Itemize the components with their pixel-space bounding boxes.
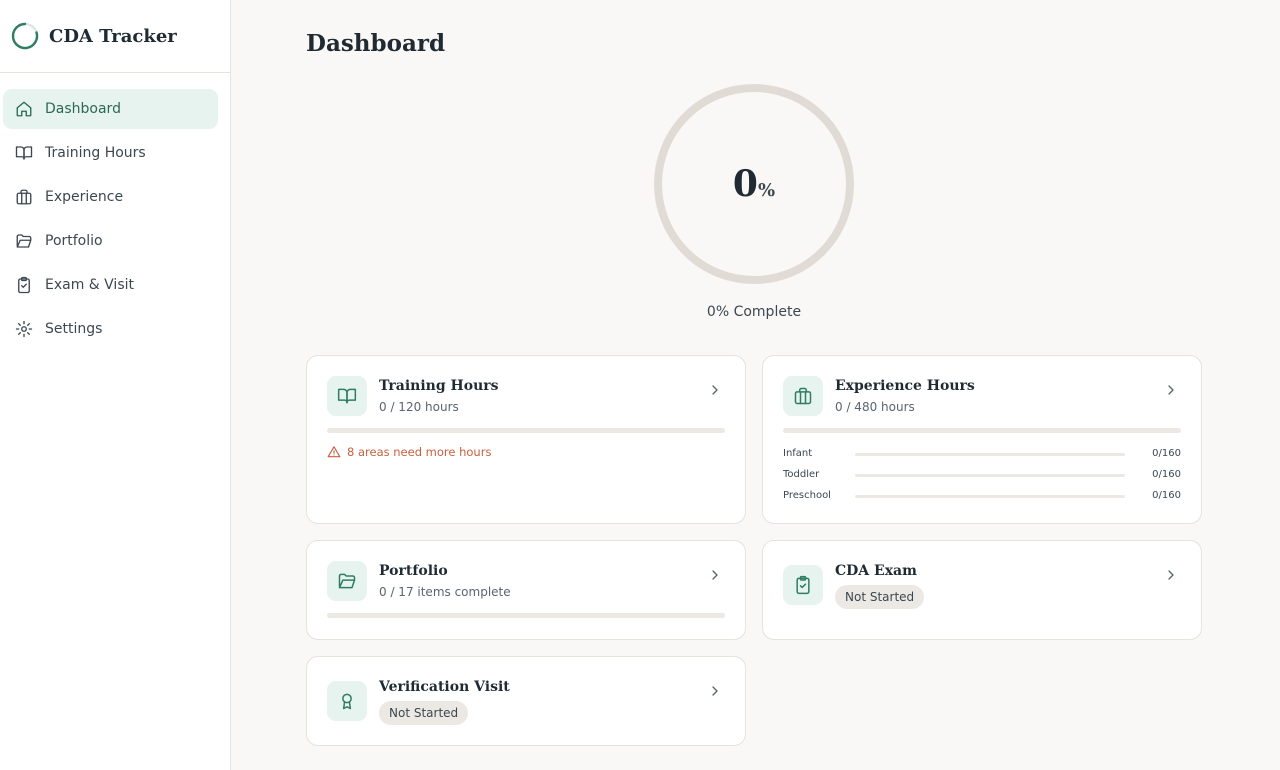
award-icon	[327, 681, 367, 721]
chevron-right-icon[interactable]	[707, 382, 723, 398]
portfolio-progress-bar	[327, 613, 725, 618]
page-title: Dashboard	[306, 30, 446, 57]
cda-exam-card[interactable]: CDA Exam Not Started	[762, 540, 1202, 640]
chevron-right-icon[interactable]	[707, 683, 723, 699]
card-subtitle: 0 / 480 hours	[835, 400, 915, 414]
folder-icon	[15, 232, 33, 250]
chevron-right-icon[interactable]	[1163, 382, 1179, 398]
chevron-right-icon[interactable]	[707, 567, 723, 583]
experience-row-bar	[855, 495, 1125, 498]
card-subtitle: 0 / 17 items complete	[379, 585, 511, 599]
experience-row-bar	[855, 453, 1125, 456]
sidebar-nav: Dashboard Training Hours Experience Port…	[0, 73, 230, 349]
card-subtitle: 0 / 120 hours	[379, 400, 459, 414]
experience-row-preschool: Preschool 0/160	[783, 490, 1181, 502]
experience-hours-card[interactable]: Experience Hours 0 / 480 hours Infant 0/…	[762, 355, 1202, 524]
experience-row-value: 0/160	[1152, 469, 1181, 480]
warning-text: 8 areas need more hours	[347, 445, 492, 459]
folder-icon	[327, 561, 367, 601]
card-title: Verification Visit	[379, 679, 510, 695]
progress-percent-number: 0	[732, 163, 758, 205]
sidebar-item-label: Training Hours	[45, 145, 146, 161]
home-icon	[15, 100, 33, 118]
warning-icon	[327, 446, 341, 458]
verification-visit-card[interactable]: Verification Visit Not Started	[306, 656, 746, 746]
experience-row-name: Infant	[783, 448, 813, 459]
clipboard-check-icon	[15, 276, 33, 294]
book-icon	[327, 376, 367, 416]
training-hours-card[interactable]: Training Hours 0 / 120 hours 8 areas nee…	[306, 355, 746, 524]
status-badge: Not Started	[835, 585, 925, 609]
experience-row-value: 0/160	[1152, 448, 1181, 459]
card-title: CDA Exam	[835, 563, 917, 579]
sidebar-item-label: Exam & Visit	[45, 277, 134, 293]
experience-row-toddler: Toddler 0/160	[783, 469, 1181, 481]
portfolio-card[interactable]: Portfolio 0 / 17 items complete	[306, 540, 746, 640]
sidebar-item-label: Settings	[45, 321, 103, 337]
brand[interactable]: CDA Tracker	[0, 0, 230, 73]
experience-row-bar	[855, 474, 1125, 477]
experience-row-value: 0/160	[1152, 490, 1181, 501]
sidebar: CDA Tracker Dashboard Training Hours Exp…	[0, 0, 231, 770]
training-warning: 8 areas need more hours	[327, 445, 491, 459]
experience-row-name: Preschool	[783, 490, 831, 501]
experience-row-name: Toddler	[783, 469, 820, 480]
sidebar-item-portfolio[interactable]: Portfolio	[3, 221, 218, 261]
card-title: Training Hours	[379, 378, 499, 394]
logo-icon	[11, 22, 39, 50]
briefcase-icon	[15, 188, 33, 206]
sidebar-item-settings[interactable]: Settings	[3, 309, 218, 349]
chevron-right-icon[interactable]	[1163, 567, 1179, 583]
sidebar-item-dashboard[interactable]: Dashboard	[3, 89, 218, 129]
progress-percent-unit: %	[757, 179, 776, 201]
sidebar-item-experience[interactable]: Experience	[3, 177, 218, 217]
experience-progress-bar	[783, 428, 1181, 433]
progress-complete-label: 0% Complete	[706, 304, 802, 320]
clipboard-check-icon	[783, 565, 823, 605]
overall-progress-ring: 0 %	[654, 84, 854, 284]
app-name: CDA Tracker	[49, 25, 177, 47]
sidebar-item-label: Experience	[45, 189, 124, 205]
status-badge: Not Started	[379, 701, 469, 725]
book-icon	[15, 144, 33, 162]
sidebar-item-exam-visit[interactable]: Exam & Visit	[3, 265, 218, 305]
progress-ring-value: 0 %	[654, 84, 854, 284]
card-title: Portfolio	[379, 563, 448, 579]
briefcase-icon	[783, 376, 823, 416]
card-title: Experience Hours	[835, 378, 975, 394]
gear-icon	[15, 320, 33, 338]
sidebar-item-label: Portfolio	[45, 233, 103, 249]
sidebar-item-label: Dashboard	[45, 101, 121, 117]
sidebar-item-training-hours[interactable]: Training Hours	[3, 133, 218, 173]
experience-row-infant: Infant 0/160	[783, 448, 1181, 460]
training-progress-bar	[327, 428, 725, 433]
